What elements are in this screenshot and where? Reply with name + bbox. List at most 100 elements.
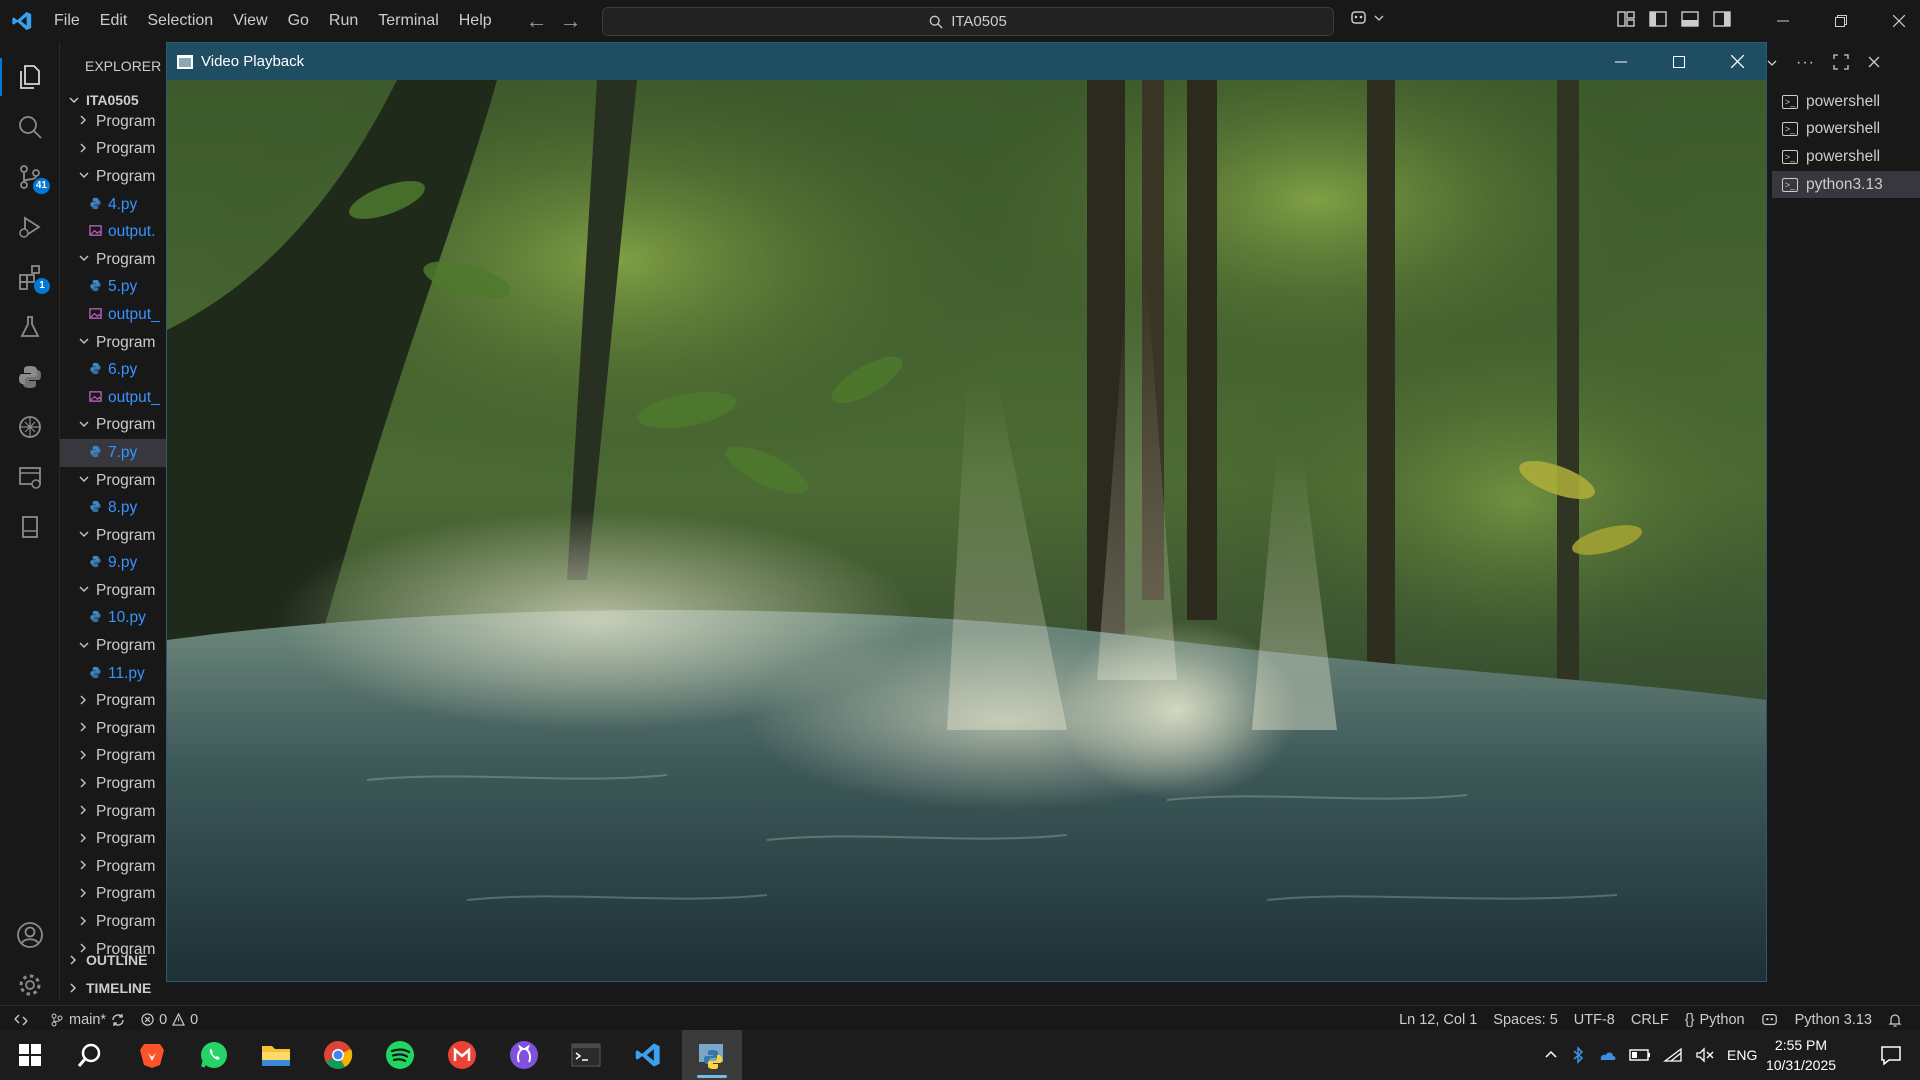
outline-section[interactable]: OUTLINE <box>68 952 147 968</box>
manage-button[interactable] <box>0 960 60 1010</box>
file-item[interactable]: 11.py <box>60 660 166 688</box>
terminal-item[interactable]: >_ powershell <box>1772 116 1920 144</box>
remote-explorer-view-button[interactable] <box>0 452 60 502</box>
chatgpt-view-button[interactable] <box>0 402 60 452</box>
spotify-app[interactable] <box>370 1030 430 1080</box>
forward-arrow-icon[interactable]: → <box>560 8 582 34</box>
folder-item[interactable]: Program <box>60 770 166 798</box>
branch-indicator[interactable]: main* <box>42 1012 133 1028</box>
video-close-button[interactable] <box>1708 43 1766 80</box>
terminal-app[interactable] <box>556 1030 616 1080</box>
video-window-titlebar[interactable]: Video Playback <box>167 43 1766 80</box>
bookmark-view-button[interactable] <box>0 502 60 552</box>
run-debug-view-button[interactable] <box>0 202 60 252</box>
folder-item[interactable]: Program <box>60 798 166 826</box>
python-app[interactable] <box>682 1030 742 1080</box>
source-control-view-button[interactable]: 41 <box>0 152 60 202</box>
copilot-status[interactable] <box>1753 1012 1787 1028</box>
file-item[interactable]: output. <box>60 218 166 246</box>
menu-view[interactable]: View <box>223 6 277 36</box>
wifi-icon[interactable] <box>1663 1047 1683 1063</box>
notification-center-button[interactable] <box>1862 1030 1920 1080</box>
problems-indicator[interactable]: 0 0 <box>133 1012 206 1028</box>
folder-item[interactable]: Program <box>60 825 166 853</box>
terminal-item[interactable]: >_ python3.13 <box>1772 170 1920 199</box>
file-item[interactable]: 6.py <box>60 356 166 384</box>
minimize-button[interactable] <box>1754 0 1812 42</box>
volume-muted-icon[interactable] <box>1695 1047 1715 1063</box>
video-frame-forest-river[interactable] <box>167 80 1766 981</box>
clock[interactable]: 2:55 PM 10/31/2025 <box>1762 1035 1840 1075</box>
file-item[interactable]: 5.py <box>60 274 166 302</box>
indentation[interactable]: Spaces: 5 <box>1485 1012 1566 1028</box>
file-item[interactable]: output_ <box>60 301 166 329</box>
menu-go[interactable]: Go <box>278 6 319 36</box>
folder-item[interactable]: Program <box>60 715 166 743</box>
file-explorer-app[interactable] <box>246 1030 306 1080</box>
maximize-panel-icon[interactable] <box>1833 54 1849 70</box>
accounts-button[interactable] <box>0 910 60 960</box>
search-view-button[interactable] <box>0 102 60 152</box>
menu-selection[interactable]: Selection <box>137 6 223 36</box>
timeline-section[interactable]: TIMELINE <box>68 980 151 996</box>
extensions-view-button[interactable]: 1 <box>0 252 60 302</box>
menu-file[interactable]: File <box>44 6 90 36</box>
end-of-line[interactable]: CRLF <box>1623 1012 1677 1028</box>
folder-item[interactable]: Program <box>60 853 166 881</box>
folder-item[interactable]: Program <box>60 412 166 440</box>
copilot-button[interactable] <box>1350 9 1384 27</box>
back-arrow-icon[interactable]: ← <box>526 8 548 34</box>
folder-item[interactable]: Program <box>60 108 166 136</box>
brave-app[interactable] <box>122 1030 182 1080</box>
customize-layout-icon[interactable] <box>1617 10 1635 28</box>
folder-item[interactable]: Program <box>60 467 166 495</box>
taskbar-search-button[interactable] <box>60 1030 120 1080</box>
testing-view-button[interactable] <box>0 302 60 352</box>
menu-run[interactable]: Run <box>319 6 368 36</box>
menu-help[interactable]: Help <box>449 6 502 36</box>
whatsapp-app[interactable] <box>184 1030 244 1080</box>
file-item[interactable]: 4.py <box>60 191 166 219</box>
terminal-item[interactable]: >_ powershell <box>1772 143 1920 171</box>
command-center-search[interactable]: ITA0505 <box>602 7 1334 36</box>
folder-item[interactable]: Program <box>60 881 166 909</box>
close-button[interactable] <box>1870 0 1920 42</box>
file-item[interactable]: 10.py <box>60 605 166 633</box>
chevron-down-icon[interactable] <box>1766 54 1778 72</box>
video-maximize-button[interactable] <box>1650 43 1708 80</box>
folder-item[interactable]: Program <box>60 246 166 274</box>
menu-edit[interactable]: Edit <box>90 6 138 36</box>
start-button[interactable] <box>0 1030 60 1080</box>
file-item[interactable]: 8.py <box>60 494 166 522</box>
cursor-position[interactable]: Ln 12, Col 1 <box>1391 1012 1485 1028</box>
folder-item[interactable]: Program <box>60 163 166 191</box>
toggle-secondary-sidebar-icon[interactable] <box>1713 10 1731 28</box>
folder-item[interactable]: Program <box>60 908 166 936</box>
file-item[interactable]: 7.py <box>60 439 166 467</box>
sync-icon[interactable] <box>111 1013 125 1027</box>
github-desktop-app[interactable] <box>494 1030 554 1080</box>
onedrive-icon[interactable] <box>1597 1047 1617 1063</box>
folder-item[interactable]: Program <box>60 632 166 660</box>
language-mode[interactable]: {} Python <box>1677 1012 1753 1028</box>
python-interpreter[interactable]: Python 3.13 <box>1787 1012 1880 1028</box>
notifications-bell[interactable] <box>1880 1013 1910 1028</box>
restore-button[interactable] <box>1812 0 1870 42</box>
folder-item[interactable]: Program <box>60 743 166 771</box>
close-panel-icon[interactable] <box>1867 54 1881 70</box>
encoding[interactable]: UTF-8 <box>1566 1012 1623 1028</box>
terminal-item[interactable]: >_ powershell <box>1772 88 1920 116</box>
folder-item[interactable]: Program <box>60 577 166 605</box>
chevron-up-icon[interactable] <box>1543 1047 1559 1063</box>
video-minimize-button[interactable] <box>1592 43 1650 80</box>
input-language[interactable]: ENG <box>1727 1047 1757 1063</box>
bluetooth-icon[interactable] <box>1571 1046 1585 1064</box>
menu-terminal[interactable]: Terminal <box>368 6 448 36</box>
workspace-root-folder[interactable]: ITA0505 <box>68 92 139 108</box>
folder-item[interactable]: Program <box>60 522 166 550</box>
toggle-panel-icon[interactable] <box>1681 10 1699 28</box>
battery-icon[interactable] <box>1629 1048 1651 1062</box>
gmail-app[interactable] <box>432 1030 492 1080</box>
file-item[interactable]: 9.py <box>60 550 166 578</box>
chrome-app[interactable] <box>308 1030 368 1080</box>
